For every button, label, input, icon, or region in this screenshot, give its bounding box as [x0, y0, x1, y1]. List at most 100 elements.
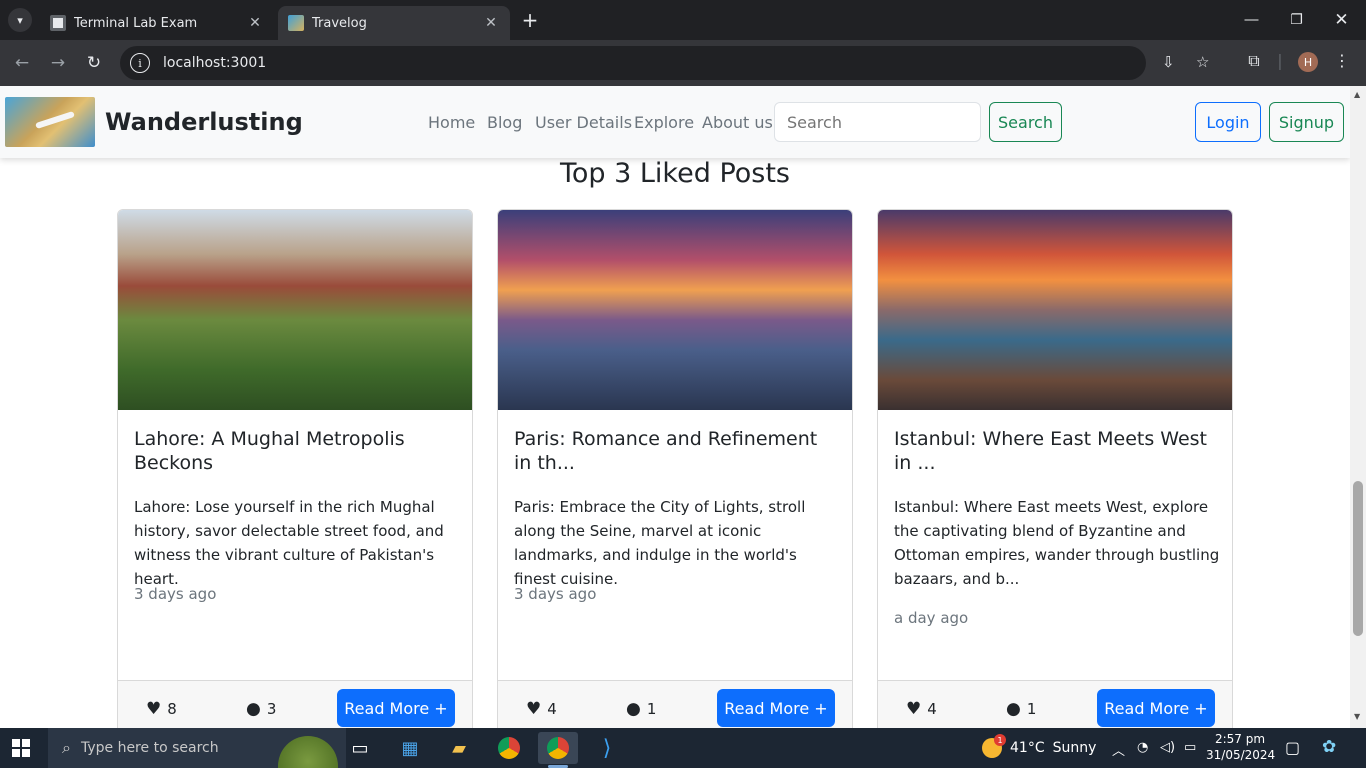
scrollbar-thumb[interactable] [1353, 481, 1363, 636]
restore-icon[interactable]: ❐ [1274, 0, 1319, 40]
volume-icon[interactable]: ◁) [1160, 740, 1175, 755]
comments-counter[interactable]: ● 3 [246, 699, 276, 719]
nav-link-explore[interactable]: Explore [634, 113, 694, 132]
chrome-icon[interactable] [489, 732, 529, 764]
heart-icon: ♥ [146, 699, 162, 719]
login-button[interactable]: Login [1195, 102, 1261, 142]
likes-count: 4 [927, 700, 937, 718]
file-explorer-icon[interactable]: ▰ [439, 732, 479, 764]
page-scrollbar[interactable]: ▲ ▼ [1350, 86, 1366, 728]
likes-count: 4 [547, 700, 557, 718]
post-title[interactable]: Paris: Romance and Refinement in th... [514, 427, 838, 475]
site-info-icon[interactable]: i [130, 53, 150, 73]
copilot-icon[interactable]: ✿ [1322, 737, 1336, 757]
comment-bubble-icon: ● [1006, 699, 1021, 719]
close-tab-icon[interactable]: ✕ [246, 15, 264, 31]
vscode-icon[interactable]: ⟩ [587, 732, 627, 764]
section-heading: Top 3 Liked Posts [559, 158, 790, 189]
post-age: a day ago [894, 609, 969, 627]
tab-title: Travelog [312, 15, 367, 31]
post-title[interactable]: Lahore: A Mughal Metropolis Beckons [134, 427, 458, 475]
likes-count: 8 [167, 700, 177, 718]
tab-title: Terminal Lab Exam [74, 15, 198, 31]
tab-travelog[interactable]: Travelog ✕ [278, 6, 510, 40]
taskbar-search-box[interactable]: ⌕ Type here to search [48, 728, 346, 768]
windows-start-icon[interactable] [12, 739, 30, 757]
site-logo[interactable] [5, 97, 95, 147]
chrome-menu-icon[interactable]: ⋮ [1330, 51, 1354, 70]
weather-text: Sunny [1052, 740, 1097, 756]
chrome-profile-icon[interactable] [538, 732, 578, 768]
nav-link-about-us[interactable]: About us [702, 113, 773, 132]
post-card: Lahore: A Mughal Metropolis Beckons Laho… [117, 209, 473, 728]
card-footer: ♥ 4 ● 1 Read More + [878, 680, 1232, 728]
post-age: 3 days ago [514, 585, 597, 603]
comments-count: 1 [1026, 700, 1037, 718]
scroll-down-arrow-icon[interactable]: ▼ [1354, 712, 1360, 721]
page-viewport: Wanderlusting Home Blog User Details Exp… [0, 86, 1350, 728]
card-footer: ♥ 8 ● 3 Read More + [118, 680, 472, 728]
read-more-button[interactable]: Read More + [1097, 689, 1215, 727]
signup-button[interactable]: Signup [1269, 102, 1344, 142]
install-app-icon[interactable]: ⇩ [1162, 53, 1175, 71]
browser-tab-strip: ▾ Terminal Lab Exam ✕ Travelog ✕ + ― ❐ ✕ [0, 0, 1366, 40]
network-icon[interactable]: ◔ [1137, 740, 1148, 755]
windows-taskbar: ⌕ Type here to search ▭ ▦ ▰ ⟩ 1 41°C Sun… [0, 728, 1366, 768]
post-excerpt: Istanbul: Where East meets West, explore… [894, 498, 1220, 588]
system-clock[interactable]: 2:57 pm 31/05/2024 [1206, 731, 1275, 763]
bookmark-star-icon[interactable]: ☆ [1196, 53, 1209, 71]
back-arrow-icon[interactable]: ← [10, 51, 34, 75]
nav-link-home[interactable]: Home [428, 113, 475, 132]
minimize-icon[interactable]: ― [1229, 0, 1274, 40]
nav-link-blog[interactable]: Blog [487, 113, 522, 132]
document-favicon-icon [50, 15, 66, 31]
post-excerpt: Paris: Embrace the City of Lights, strol… [514, 498, 806, 588]
likes-counter[interactable]: ♥ 4 [526, 699, 557, 719]
read-more-button[interactable]: Read More + [717, 689, 835, 727]
tab-terminal-lab-exam[interactable]: Terminal Lab Exam ✕ [40, 6, 274, 40]
comments-count: 1 [646, 700, 657, 718]
post-image-istanbul[interactable] [878, 210, 1232, 410]
clock-time: 2:57 pm [1214, 732, 1266, 746]
notifications-icon[interactable]: ▢ [1285, 738, 1300, 757]
comments-counter[interactable]: ● 1 [626, 699, 656, 719]
card-footer: ♥ 4 ● 1 Read More + [498, 680, 852, 728]
post-image-paris[interactable] [498, 210, 852, 410]
travelog-favicon-icon [288, 15, 304, 31]
weather-temp: 41°C [1010, 740, 1045, 756]
post-title[interactable]: Istanbul: Where East Meets West in ... [894, 427, 1218, 475]
brand-name[interactable]: Wanderlusting [105, 108, 303, 136]
url-text[interactable]: localhost:3001 [163, 55, 266, 71]
comment-bubble-icon: ● [626, 699, 641, 719]
weather-widget[interactable]: 1 41°C Sunny [982, 734, 1097, 758]
show-hidden-icons-chevron-icon[interactable]: ︿ [1112, 740, 1125, 759]
scroll-up-arrow-icon[interactable]: ▲ [1354, 90, 1360, 99]
likes-counter[interactable]: ♥ 8 [146, 699, 177, 719]
omnibox[interactable]: i localhost:3001 ⇩ ☆ [120, 46, 1209, 80]
heart-icon: ♥ [906, 699, 922, 719]
nav-link-user-details[interactable]: User Details [535, 113, 632, 132]
profile-avatar[interactable]: H [1298, 52, 1318, 72]
toolbar-divider: | [1277, 51, 1283, 70]
post-card: Istanbul: Where East Meets West in ... I… [877, 209, 1233, 728]
close-tab-icon[interactable]: ✕ [482, 15, 500, 31]
search-button[interactable]: Search [989, 102, 1062, 142]
search-input[interactable] [774, 102, 981, 142]
tab-search-chevron-icon[interactable]: ▾ [8, 8, 32, 32]
extensions-puzzle-icon[interactable]: ⧉ [1242, 51, 1266, 71]
heart-icon: ♥ [526, 699, 542, 719]
battery-icon[interactable]: ▭ [1184, 740, 1196, 755]
microsoft-store-icon[interactable]: ▦ [390, 732, 430, 764]
post-image-lahore[interactable] [118, 210, 472, 410]
post-excerpt: Lahore: Lose yourself in the rich Mughal… [134, 498, 444, 588]
forward-arrow-icon[interactable]: → [46, 51, 70, 75]
close-window-icon[interactable]: ✕ [1319, 0, 1364, 40]
comments-counter[interactable]: ● 1 [1006, 699, 1036, 719]
read-more-button[interactable]: Read More + [337, 689, 455, 727]
task-view-icon[interactable]: ▭ [340, 732, 380, 764]
likes-counter[interactable]: ♥ 4 [906, 699, 937, 719]
new-tab-plus-icon[interactable]: + [518, 8, 542, 32]
comments-count: 3 [266, 700, 277, 718]
reload-icon[interactable]: ↻ [82, 51, 106, 75]
notification-badge: 1 [994, 734, 1006, 746]
